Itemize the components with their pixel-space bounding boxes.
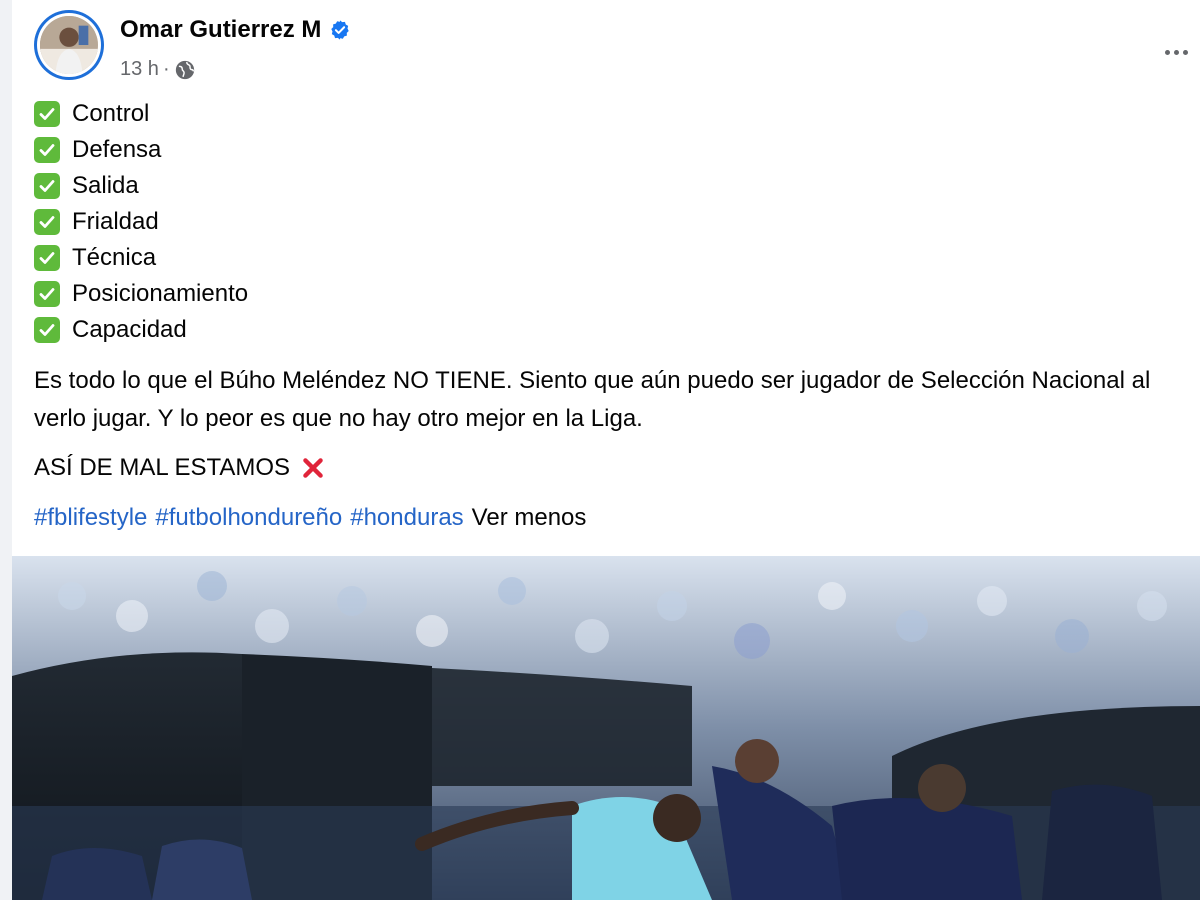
check-mark-icon xyxy=(34,173,60,199)
checklist-item: Posicionamiento xyxy=(34,276,1184,312)
checklist-label: Posicionamiento xyxy=(72,280,249,307)
author-name[interactable]: Omar Gutierrez M xyxy=(120,16,321,44)
globe-icon[interactable] xyxy=(174,59,196,81)
checklist-item: Frialdad xyxy=(34,204,1184,240)
hashtag-row: #fblifestyle #futbolhondureño #honduras Ver… xyxy=(34,500,1184,536)
hashtag-link[interactable]: #futbolhondureño xyxy=(155,504,342,531)
checklist-label: Frialdad xyxy=(72,208,159,235)
check-mark-icon xyxy=(34,101,60,127)
meta-separator: · xyxy=(162,58,170,80)
post-photo[interactable] xyxy=(12,556,1200,900)
shout-text: ASÍ DE MAL ESTAMOS xyxy=(34,454,291,481)
hashtag-link[interactable]: #honduras xyxy=(350,504,463,531)
checklist-item: Control xyxy=(34,96,1184,132)
checklist-label: Salida xyxy=(72,172,139,199)
hashtag-link[interactable]: #fblifestyle xyxy=(34,504,147,531)
author-avatar[interactable] xyxy=(34,10,104,80)
check-mark-icon xyxy=(34,245,60,271)
checklist-item: Capacidad xyxy=(34,312,1184,348)
post-body: Control Defensa Salida Frialdad Técnica … xyxy=(34,96,1184,536)
check-mark-icon xyxy=(34,281,60,307)
more-options-icon[interactable] xyxy=(1152,28,1200,76)
checklist-label: Técnica xyxy=(72,244,157,271)
checklist-item: Salida xyxy=(34,168,1184,204)
post-timestamp[interactable]: 13 h xyxy=(120,58,159,81)
checklist-label: Control xyxy=(72,100,150,127)
post-paragraph: Es todo lo que el Búho Meléndez NO TIENE… xyxy=(34,367,1151,432)
see-less-link[interactable]: Ver menos xyxy=(472,504,587,531)
post-card: Omar Gutierrez M 13 h · Control Defensa … xyxy=(12,0,1200,900)
verified-badge-icon xyxy=(331,20,350,40)
check-mark-icon xyxy=(34,317,60,343)
checklist: Control Defensa Salida Frialdad Técnica … xyxy=(34,96,1184,348)
checklist-item: Técnica xyxy=(34,240,1184,276)
cross-mark-icon xyxy=(303,458,323,478)
post-shout-line: ASÍ DE MAL ESTAMOS xyxy=(34,450,1184,486)
checklist-label: Capacidad xyxy=(72,316,187,343)
post-header: Omar Gutierrez M 13 h · xyxy=(34,10,1194,82)
check-mark-icon xyxy=(34,209,60,235)
checklist-label: Defensa xyxy=(72,136,162,163)
post-meta: 13 h · xyxy=(120,58,196,81)
check-mark-icon xyxy=(34,137,60,163)
checklist-item: Defensa xyxy=(34,132,1184,168)
